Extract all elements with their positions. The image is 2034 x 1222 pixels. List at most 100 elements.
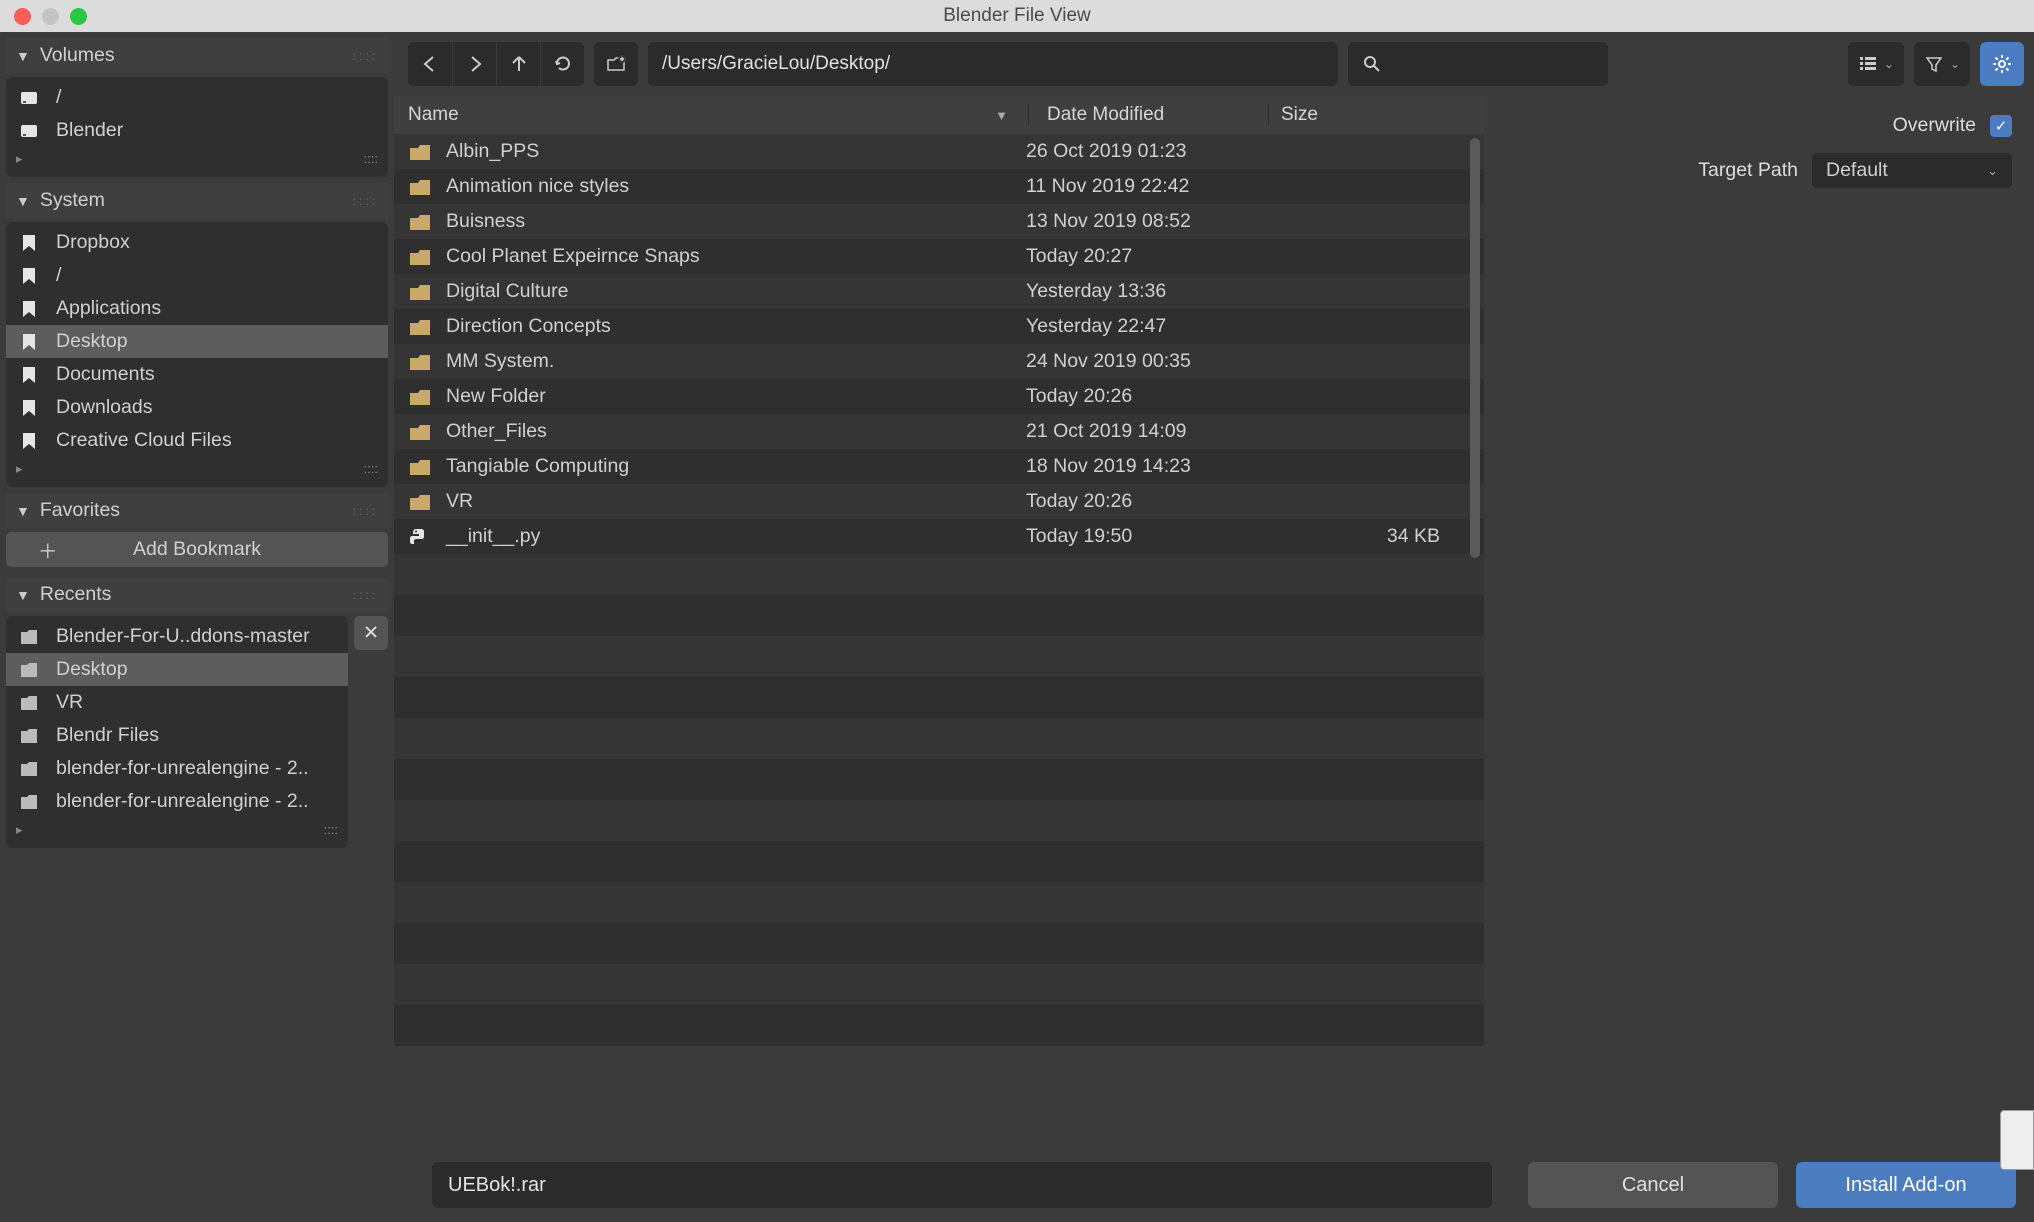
zoom-window-button[interactable] xyxy=(70,8,87,25)
file-date: 13 Nov 2019 08:52 xyxy=(1026,210,1286,233)
system-item[interactable]: / xyxy=(6,259,388,292)
system-item[interactable]: Applications xyxy=(6,292,388,325)
expand-icon[interactable]: ▸ xyxy=(16,822,23,838)
close-window-button[interactable] xyxy=(14,8,31,25)
display-mode-button[interactable]: ⌄ xyxy=(1848,42,1904,86)
recent-item[interactable]: blender-for-unrealengine - 2.. xyxy=(6,752,348,785)
file-row[interactable]: Other_Files21 Oct 2019 14:09 xyxy=(394,414,1484,449)
disclosure-down-icon: ▼ xyxy=(16,48,30,64)
favorites-header[interactable]: ▼ Favorites :::: xyxy=(6,493,388,528)
parent-button[interactable] xyxy=(496,42,540,86)
drag-grip-icon[interactable]: :::: xyxy=(364,151,378,167)
file-row[interactable]: Buisness13 Nov 2019 08:52 xyxy=(394,204,1484,239)
new-folder-button[interactable] xyxy=(594,42,638,86)
drag-grip-icon[interactable]: :::: xyxy=(364,461,378,477)
refresh-button[interactable] xyxy=(540,42,584,86)
recents-header[interactable]: ▼ Recents :::: xyxy=(6,577,388,612)
empty-row xyxy=(394,800,1484,841)
col-date[interactable]: Date Modified xyxy=(1028,104,1268,126)
file-row[interactable]: Digital CultureYesterday 13:36 xyxy=(394,274,1484,309)
col-size[interactable]: Size xyxy=(1268,104,1470,126)
target-path-value: Default xyxy=(1826,159,1888,182)
disclosure-down-icon: ▼ xyxy=(16,503,30,519)
drag-grip-icon[interactable]: :::: xyxy=(324,822,338,838)
file-row[interactable]: __init__.pyToday 19:5034 KB xyxy=(394,519,1484,554)
empty-row xyxy=(394,1005,1484,1046)
cancel-button[interactable]: Cancel xyxy=(1528,1162,1778,1208)
system-item[interactable]: Desktop xyxy=(6,325,388,358)
system-item[interactable]: Dropbox xyxy=(6,226,388,259)
file-date: Yesterday 22:47 xyxy=(1026,315,1286,338)
close-icon: ✕ xyxy=(363,621,379,645)
target-path-select[interactable]: Default ⌄ xyxy=(1812,153,2012,188)
edge-preview-tab[interactable] xyxy=(2000,1110,2034,1170)
file-row[interactable]: Tangiable Computing18 Nov 2019 14:23 xyxy=(394,449,1484,484)
volumes-label: Volumes xyxy=(40,44,115,67)
filter-button[interactable]: ⌄ xyxy=(1914,42,1970,86)
file-row[interactable]: Cool Planet Expeirnce SnapsToday 20:27 xyxy=(394,239,1484,274)
volume-item-root[interactable]: / xyxy=(6,81,388,114)
file-date: 11 Nov 2019 22:42 xyxy=(1026,175,1286,198)
empty-row xyxy=(394,923,1484,964)
folder-icon xyxy=(18,793,40,811)
drag-grip-icon[interactable]: :::: xyxy=(353,49,378,63)
file-row[interactable]: Albin_PPS26 Oct 2019 01:23 xyxy=(394,134,1484,169)
file-name: Direction Concepts xyxy=(446,315,1026,338)
bookmark-icon xyxy=(18,365,40,385)
search-input[interactable] xyxy=(1348,42,1608,86)
settings-button[interactable] xyxy=(1980,42,2024,86)
system-item[interactable]: Documents xyxy=(6,358,388,391)
back-button[interactable] xyxy=(408,42,452,86)
recent-item[interactable]: Blender-For-U..ddons-master xyxy=(6,620,348,653)
file-row[interactable]: MM System.24 Nov 2019 00:35 xyxy=(394,344,1484,379)
drag-grip-icon[interactable]: :::: xyxy=(353,194,378,208)
add-bookmark-button[interactable]: ＋ Add Bookmark xyxy=(6,532,388,567)
system-header[interactable]: ▼ System :::: xyxy=(6,183,388,218)
file-row[interactable]: VRToday 20:26 xyxy=(394,484,1484,519)
install-addon-button[interactable]: Install Add-on xyxy=(1796,1162,2016,1208)
recent-item[interactable]: VR xyxy=(6,686,348,719)
file-row[interactable]: New FolderToday 20:26 xyxy=(394,379,1484,414)
expand-icon[interactable]: ▸ xyxy=(16,461,23,477)
recent-item[interactable]: Desktop xyxy=(6,653,348,686)
col-name-label: Name xyxy=(408,104,459,126)
volume-label: / xyxy=(56,86,61,109)
file-name: Tangiable Computing xyxy=(446,455,1026,478)
file-date: Today 20:26 xyxy=(1026,385,1286,408)
bottom-bar: Cancel Install Add-on xyxy=(394,1148,2034,1222)
file-name: VR xyxy=(446,490,1026,513)
system-item[interactable]: Downloads xyxy=(6,391,388,424)
recent-item[interactable]: blender-for-unrealengine - 2.. xyxy=(6,785,348,818)
system-item[interactable]: Creative Cloud Files xyxy=(6,424,388,457)
drag-grip-icon[interactable]: :::: xyxy=(353,504,378,518)
volumes-header[interactable]: ▼ Volumes :::: xyxy=(6,38,388,73)
expand-icon[interactable]: ▸ xyxy=(16,151,23,167)
recent-item[interactable]: Blendr Files xyxy=(6,719,348,752)
chevron-down-icon: ⌄ xyxy=(1884,57,1894,71)
file-row[interactable]: Animation nice styles11 Nov 2019 22:42 xyxy=(394,169,1484,204)
column-headers: Name▼ Date Modified Size xyxy=(394,96,1484,134)
minimize-window-button[interactable] xyxy=(42,8,59,25)
forward-button[interactable] xyxy=(452,42,496,86)
recent-item-label: blender-for-unrealengine - 2.. xyxy=(56,790,309,813)
file-size: 34 KB xyxy=(1286,525,1470,548)
options-panel: Overwrite ✓ Target Path Default ⌄ xyxy=(1484,96,2034,1148)
drag-grip-icon[interactable]: :::: xyxy=(353,588,378,602)
path-input[interactable] xyxy=(648,42,1338,86)
favorites-panel: ▼ Favorites :::: ＋ Add Bookmark xyxy=(6,493,388,571)
filename-input[interactable] xyxy=(432,1162,1492,1208)
scrollbar[interactable] xyxy=(1470,138,1480,558)
recent-item-label: Blender-For-U..ddons-master xyxy=(56,625,310,648)
add-bookmark-label: Add Bookmark xyxy=(133,538,261,561)
file-date: Today 20:26 xyxy=(1026,490,1286,513)
col-name[interactable]: Name▼ xyxy=(408,104,1028,126)
disclosure-down-icon: ▼ xyxy=(16,193,30,209)
file-row[interactable]: Direction ConceptsYesterday 22:47 xyxy=(394,309,1484,344)
volume-item-blender[interactable]: Blender xyxy=(6,114,388,147)
bookmark-icon xyxy=(18,332,40,352)
overwrite-checkbox[interactable]: ✓ xyxy=(1990,115,2012,137)
recent-item-label: blender-for-unrealengine - 2.. xyxy=(56,757,309,780)
remove-recent-button[interactable]: ✕ xyxy=(354,616,388,650)
folder-icon xyxy=(408,317,436,337)
search-icon xyxy=(1362,54,1382,74)
